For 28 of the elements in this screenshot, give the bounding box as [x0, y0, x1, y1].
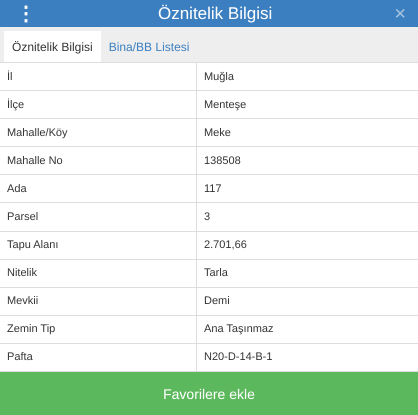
table-cell: 3	[196, 203, 418, 231]
table-cell: Demi	[196, 288, 418, 315]
table-cell-text: Nitelik	[6, 266, 38, 282]
table-cell-text: Tapu Alanı	[6, 238, 60, 254]
table-cell-text: Mevkii	[6, 294, 40, 310]
table-cell: Meke	[196, 119, 418, 146]
table-cell: Muğla	[196, 63, 418, 90]
table-cell-text: İl	[6, 70, 14, 85]
table-cell: Ana Taşınmaz	[196, 316, 418, 343]
menu-icon[interactable]: ⋮	[16, 4, 36, 24]
table-cell-text: Parsel	[6, 210, 40, 226]
table-cell-text: İlçe	[6, 98, 26, 113]
table-cell: 117	[196, 175, 418, 202]
table-cell: 2.701,66	[196, 232, 418, 259]
table-cell-text: Mahalle/Köy	[6, 126, 69, 141]
table-cell: Tarla	[196, 260, 418, 287]
table-cell-text: Pafta	[6, 350, 34, 366]
table-cell: N20-D-14-B-1	[196, 344, 418, 372]
table-cell: Menteşe	[196, 91, 418, 118]
table-cell-text: Zemin Tip	[6, 322, 56, 338]
favorite-button[interactable]: Favorilere ekle	[0, 372, 418, 415]
tab[interactable]: Öznitelik Bilgisi	[4, 31, 101, 62]
window-title: Öznitelik Bilgisi	[158, 4, 272, 24]
close-icon[interactable]: ×	[394, 4, 406, 24]
table-cell: 138508	[196, 147, 418, 174]
tab[interactable]: Bina/BB Listesi	[100, 31, 198, 62]
table-cell-text: Ada	[6, 182, 28, 197]
table-cell-text: Mahalle No	[6, 154, 64, 169]
